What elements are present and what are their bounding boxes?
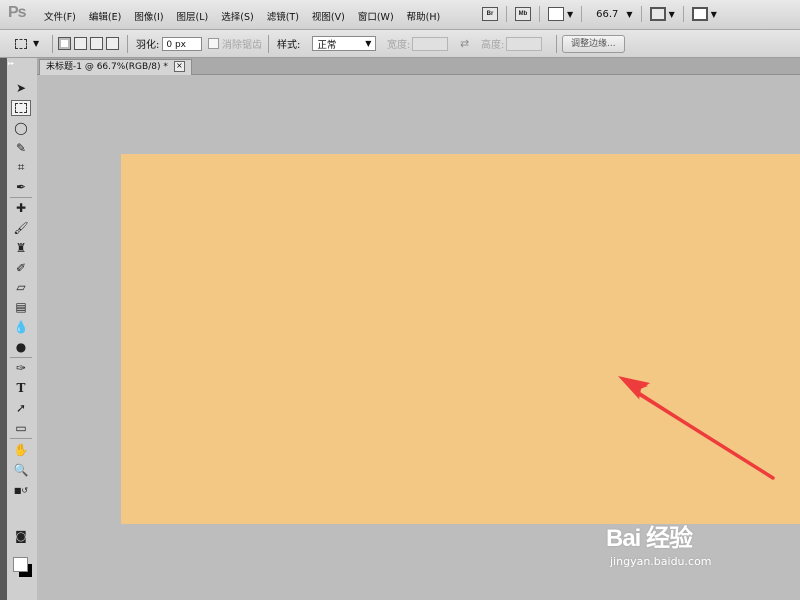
annotation-arrow [618,376,775,480]
annotation-arrow-shaft [634,390,775,480]
baidu-jingyan-watermark: Bai 经验 jingyan.baidu.com [606,518,712,568]
watermark-url: jingyan.baidu.com [610,555,712,568]
watermark-brand: Bai 经验 [606,525,693,552]
